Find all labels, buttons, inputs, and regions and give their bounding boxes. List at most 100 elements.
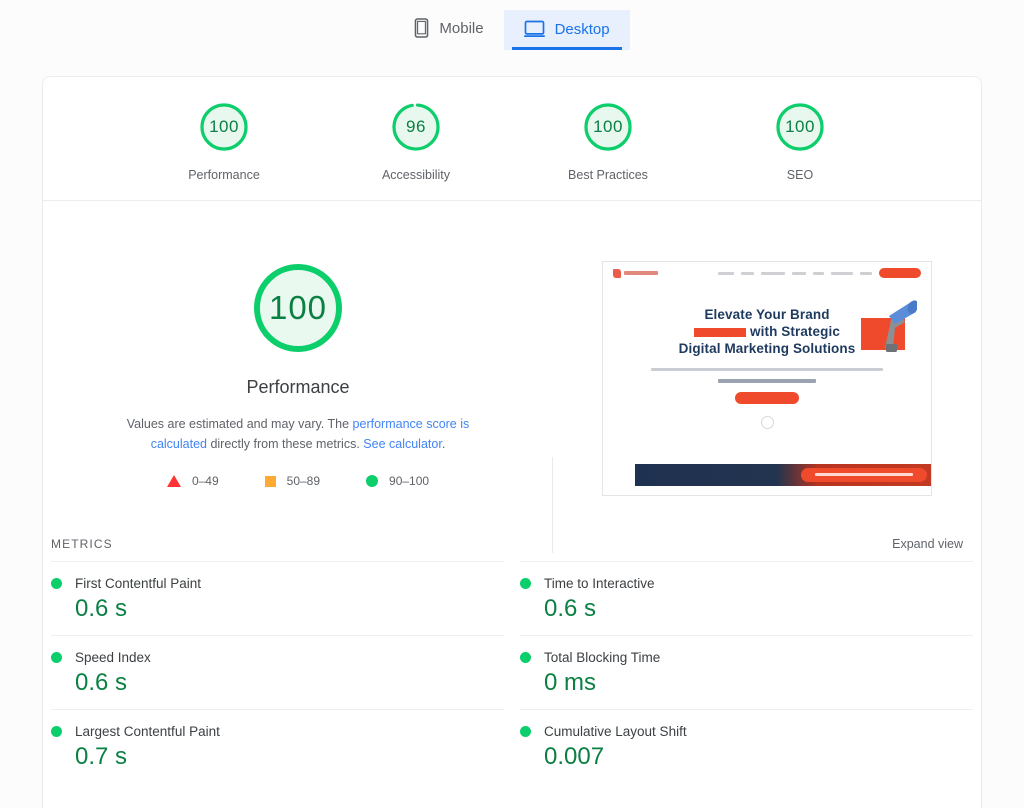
legend-average-range: 50–89 [286, 474, 321, 488]
score-performance[interactable]: 100 Performance [164, 99, 284, 182]
metrics-header: METRICS Expand view [43, 537, 981, 551]
legend-item-pass: 90–100 [366, 474, 429, 488]
metric-value: 0.6 s [75, 595, 128, 622]
metric-header: Total Blocking Time [520, 650, 973, 665]
score-seo[interactable]: 100 SEO [740, 99, 860, 182]
gauge-accessibility: 96 [388, 99, 444, 155]
page-screenshot-thumbnail[interactable]: Elevate Your Brand with Strategic Digita… [602, 261, 932, 496]
thumbnail-bottom-banner [635, 464, 931, 486]
legend-fail-range: 0–49 [191, 474, 219, 488]
thumbnail-banner-button [801, 468, 927, 482]
score-best-practices[interactable]: 100 Best Practices [548, 99, 668, 182]
tab-mobile-label: Mobile [439, 19, 484, 37]
nav-link [718, 271, 734, 275]
square-icon [264, 475, 276, 487]
nav-link [761, 271, 785, 275]
metric-name: Time to Interactive [544, 576, 655, 591]
metrics-column-left: First Contentful Paint 0.6 s Speed Index… [43, 561, 512, 783]
thumbnail-logo [613, 268, 658, 278]
performance-description: Values are estimated and may vary. The p… [98, 414, 498, 454]
gauge-best-practices: 100 [580, 99, 636, 155]
metric-status-icon [51, 578, 62, 589]
logo-wordmark [624, 271, 658, 275]
metric-value: 0 ms [544, 669, 597, 696]
legend-item-fail: 0–49 [166, 474, 219, 488]
thumbnail-headline-line2: with Strategic [750, 324, 840, 339]
thumbnail-nav-links [718, 268, 921, 278]
performance-detail-column: 100 Performance Values are estimated and… [43, 257, 553, 537]
circle-icon [366, 475, 379, 487]
megaphone-illustration-icon [855, 298, 919, 356]
score-accessibility-label: Accessibility [381, 168, 451, 182]
legend-pass-range: 90–100 [389, 474, 430, 488]
metric-status-icon [520, 726, 531, 737]
metric-name: Total Blocking Time [544, 650, 661, 665]
score-accessibility[interactable]: 96 Accessibility [356, 99, 476, 182]
nav-link [860, 271, 872, 275]
banner-button-text [815, 473, 913, 476]
metrics-grid: First Contentful Paint 0.6 s Speed Index… [43, 551, 981, 783]
performance-score-value: 100 [268, 289, 328, 326]
score-best-practices-value: 100 [593, 117, 623, 136]
metric-row[interactable]: Largest Contentful Paint 0.7 s [51, 709, 504, 783]
gauge-performance: 100 [196, 99, 252, 155]
phone-icon [414, 18, 429, 38]
metric-row[interactable]: First Contentful Paint 0.6 s [51, 561, 504, 635]
thumbnail-nav-cta [879, 268, 921, 278]
legend-item-average: 50–89 [264, 474, 321, 488]
metric-value: 0.7 s [75, 743, 128, 770]
expand-view-button[interactable]: Expand view [892, 537, 963, 551]
score-performance-label: Performance [188, 168, 260, 182]
gauge-performance-large: 100 [247, 257, 349, 359]
metric-name: Speed Index [75, 650, 151, 665]
metric-header: Time to Interactive [520, 576, 973, 591]
triangle-icon [166, 475, 181, 487]
metric-header: Cumulative Layout Shift [520, 724, 973, 739]
score-seo-value: 100 [785, 117, 815, 136]
gauge-seo: 100 [772, 99, 828, 155]
see-calculator-link[interactable]: See calculator [363, 437, 442, 451]
description-text-1: Values are estimated and may vary. The [126, 417, 353, 431]
nav-link [741, 271, 754, 275]
score-legend: 0–49 50–89 90–100 [166, 474, 429, 488]
thumbnail-hero-button [735, 392, 799, 404]
vertical-divider [552, 457, 553, 553]
red-accent-bar [694, 327, 747, 337]
nav-link [792, 271, 806, 275]
scroll-indicator-icon [760, 416, 774, 429]
subtext-line [651, 368, 883, 371]
performance-summary-section: 100 Performance Values are estimated and… [43, 201, 981, 553]
metric-value: 0.6 s [75, 669, 128, 696]
tab-desktop-label: Desktop [554, 20, 610, 38]
metric-value: 0.007 [544, 743, 605, 770]
logo-mark-icon [613, 268, 621, 278]
form-factor-tabs: Mobile Desktop [0, 0, 1024, 50]
metrics-title: METRICS [51, 537, 113, 551]
category-score-row: 100 Performance 96 Accessibility 100 Bes… [43, 77, 981, 201]
metric-status-icon [520, 652, 531, 663]
metric-header: Largest Contentful Paint [51, 724, 504, 739]
metric-name: Cumulative Layout Shift [544, 724, 687, 739]
metric-row[interactable]: Speed Index 0.6 s [51, 635, 504, 709]
score-seo-label: SEO [786, 168, 814, 182]
metric-header: Speed Index [51, 650, 504, 665]
page-thumbnail-column: Elevate Your Brand with Strategic Digita… [553, 257, 981, 537]
thumbnail-subtext [617, 368, 917, 383]
tab-mobile[interactable]: Mobile [394, 8, 503, 50]
score-performance-value: 100 [209, 117, 239, 136]
tab-desktop[interactable]: Desktop [503, 10, 630, 50]
performance-title: Performance [246, 377, 350, 397]
metric-header: First Contentful Paint [51, 576, 504, 591]
metric-row[interactable]: Total Blocking Time 0 ms [520, 635, 973, 709]
pagespeed-report-page: Mobile Desktop 100 Performance 96 Access… [0, 0, 1024, 808]
metrics-column-right: Time to Interactive 0.6 s Total Blocking… [512, 561, 981, 783]
metric-row[interactable]: Time to Interactive 0.6 s [520, 561, 973, 635]
metric-name: Largest Contentful Paint [75, 724, 220, 739]
score-accessibility-value: 96 [406, 117, 426, 136]
metric-row[interactable]: Cumulative Layout Shift 0.007 [520, 709, 973, 783]
score-best-practices-label: Best Practices [568, 168, 648, 182]
description-text-2: directly from these metrics. [206, 437, 364, 451]
nav-link [831, 271, 853, 275]
metric-status-icon [51, 726, 62, 737]
description-text-3: . [441, 437, 446, 451]
